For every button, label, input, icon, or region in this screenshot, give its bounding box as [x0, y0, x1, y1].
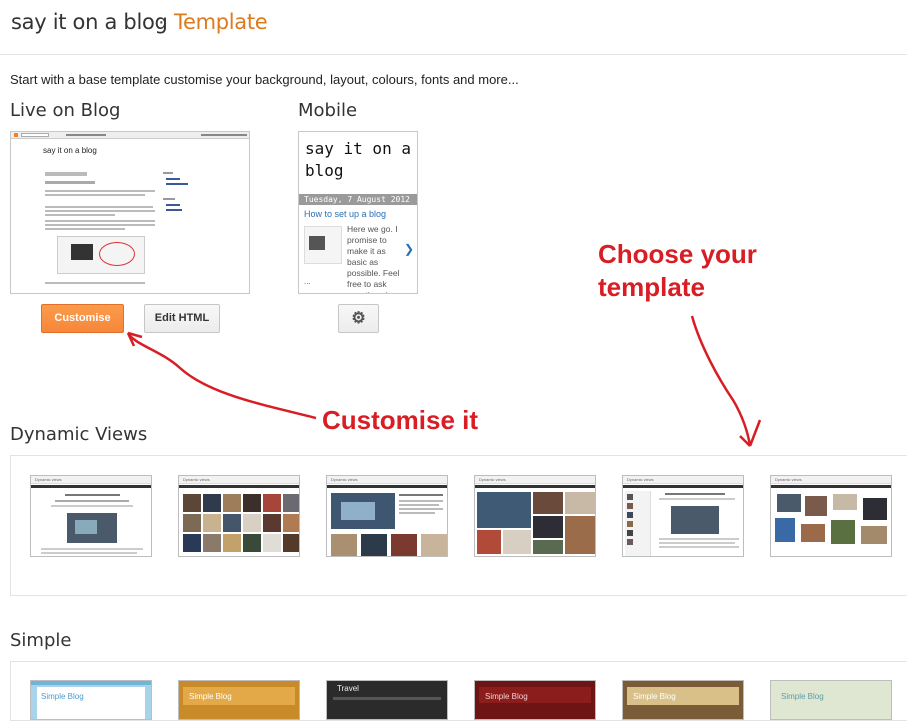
breadcrumb-separator: ·	[158, 11, 165, 33]
live-blog-preview[interactable]: say it on a blog	[10, 131, 250, 294]
blog-name[interactable]: say it on a blog	[11, 10, 168, 34]
customise-button[interactable]: Customise	[41, 304, 124, 333]
mobile-post-title[interactable]: How to set up a blog	[304, 209, 386, 219]
page-header: say it on a blog · Template	[0, 0, 907, 55]
simple-template-3[interactable]: Travel	[326, 680, 448, 720]
simple-template-title: Travel	[337, 684, 359, 693]
page-title: Template	[174, 10, 268, 34]
mobile-blog-preview[interactable]: say it on a blog Tuesday, 7 August 2012 …	[298, 131, 418, 294]
simple-template-6[interactable]: Simple Blog	[770, 680, 892, 720]
mobile-post-excerpt-tail: ...	[304, 277, 311, 286]
thumb-label: Dynamic views	[775, 477, 802, 482]
choose-template-annotation: Choose your template	[598, 239, 757, 302]
edit-html-button[interactable]: Edit HTML	[144, 304, 220, 333]
thumb-label: Dynamic views	[331, 477, 358, 482]
simple-template-title: Simple Blog	[41, 692, 84, 701]
mobile-post-date: Tuesday, 7 August 2012	[299, 194, 417, 205]
mobile-settings-button[interactable]: ⚙	[338, 304, 379, 333]
dynamic-template-mosaic[interactable]: Dynamic views	[474, 475, 596, 557]
dynamic-template-snapshot[interactable]: Dynamic views	[770, 475, 892, 557]
dynamic-template-classic[interactable]: Dynamic views	[30, 475, 152, 557]
simple-template-5[interactable]: Simple Blog	[622, 680, 744, 720]
next-arrow-icon[interactable]: ❯	[404, 242, 414, 256]
mobile-blog-title: say it on a blog	[305, 139, 411, 180]
simple-template-title: Simple Blog	[633, 692, 676, 701]
simple-template-1[interactable]: Simple Blog	[30, 680, 152, 720]
dynamic-views-heading: Dynamic Views	[10, 424, 148, 445]
dynamic-template-flipcard[interactable]: Dynamic views	[178, 475, 300, 557]
simple-heading: Simple	[10, 630, 72, 651]
mobile-post-excerpt: Here we go. I promise to make it as basi…	[347, 224, 400, 293]
live-on-blog-heading: Live on Blog	[10, 100, 121, 121]
thumb-label: Dynamic views	[627, 477, 654, 482]
simple-template-title: Simple Blog	[485, 692, 528, 701]
thumb-label: Dynamic views	[183, 477, 210, 482]
dynamic-template-magazine[interactable]: Dynamic views	[326, 475, 448, 557]
gear-icon: ⚙	[351, 310, 366, 327]
mobile-heading: Mobile	[298, 100, 358, 121]
preview-blog-title: say it on a blog	[43, 146, 97, 155]
simple-template-4[interactable]: Simple Blog	[474, 680, 596, 720]
simple-template-title: Simple Blog	[189, 692, 232, 701]
thumb-label: Dynamic views	[479, 477, 506, 482]
dynamic-template-sidebar[interactable]: Dynamic views	[622, 475, 744, 557]
customise-annotation: Customise it	[322, 405, 479, 435]
annotation-arrows	[126, 315, 762, 447]
simple-template-2[interactable]: Simple Blog	[178, 680, 300, 720]
thumb-label: Dynamic views	[35, 477, 62, 482]
simple-template-title: Simple Blog	[781, 692, 824, 701]
intro-text: Start with a base template customise you…	[10, 72, 519, 87]
